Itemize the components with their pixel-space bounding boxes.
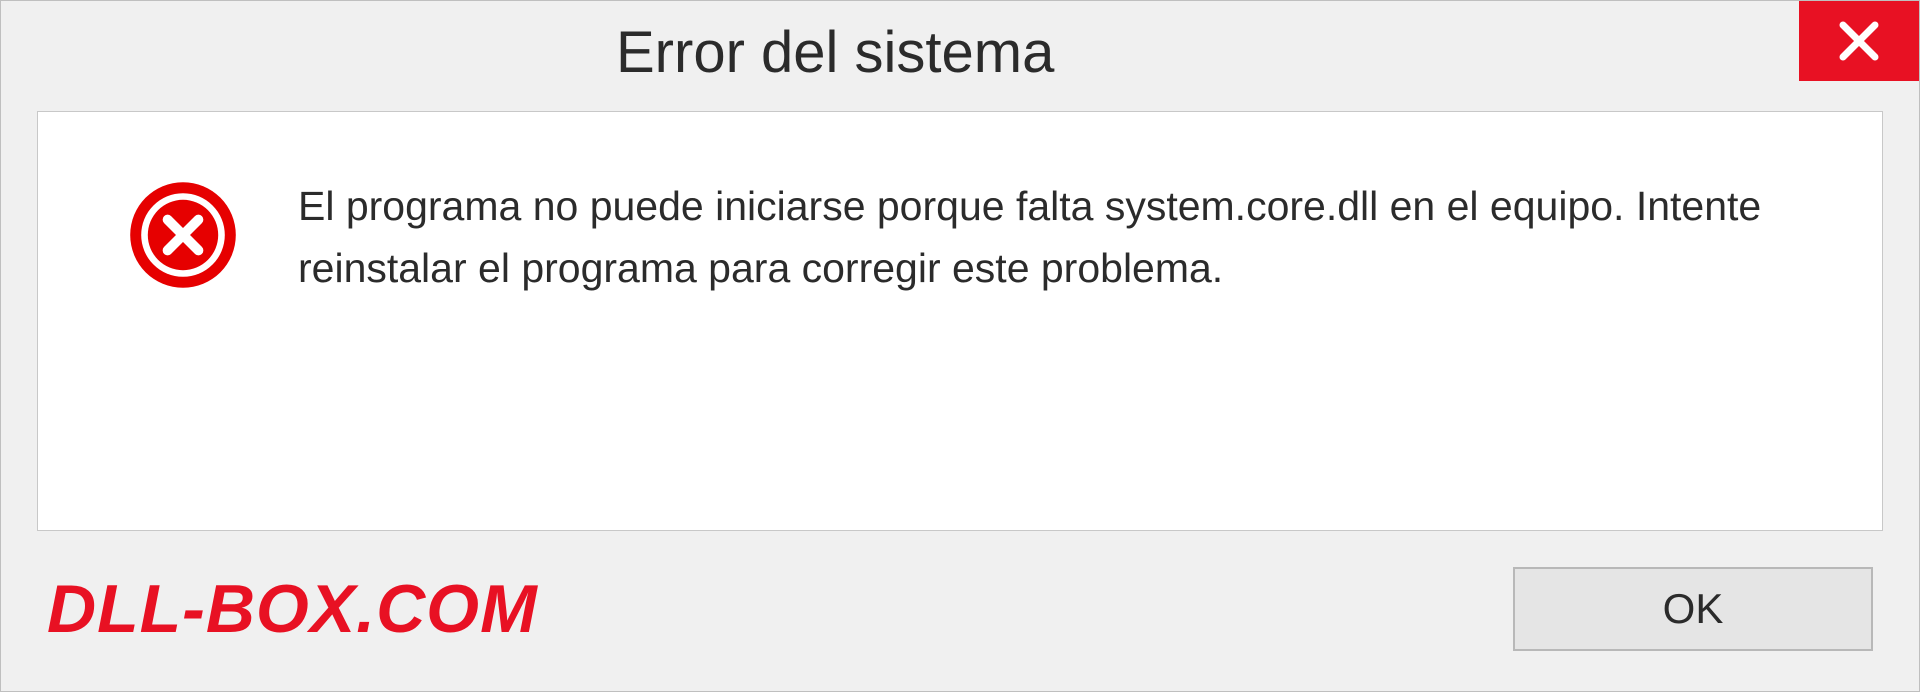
dialog-footer: DLL-BOX.COM OK bbox=[1, 531, 1919, 691]
close-icon bbox=[1835, 17, 1883, 65]
ok-button-label: OK bbox=[1663, 585, 1724, 633]
titlebar: Error del sistema bbox=[1, 1, 1919, 101]
content-panel: El programa no puede iniciarse porque fa… bbox=[37, 111, 1883, 531]
error-dialog: Error del sistema El programa no puede i… bbox=[0, 0, 1920, 692]
error-message: El programa no puede iniciarse porque fa… bbox=[298, 176, 1802, 299]
error-icon bbox=[128, 180, 238, 290]
ok-button[interactable]: OK bbox=[1513, 567, 1873, 651]
close-button[interactable] bbox=[1799, 1, 1919, 81]
dialog-title: Error del sistema bbox=[1, 1, 1054, 86]
watermark-text: DLL-BOX.COM bbox=[47, 570, 538, 648]
